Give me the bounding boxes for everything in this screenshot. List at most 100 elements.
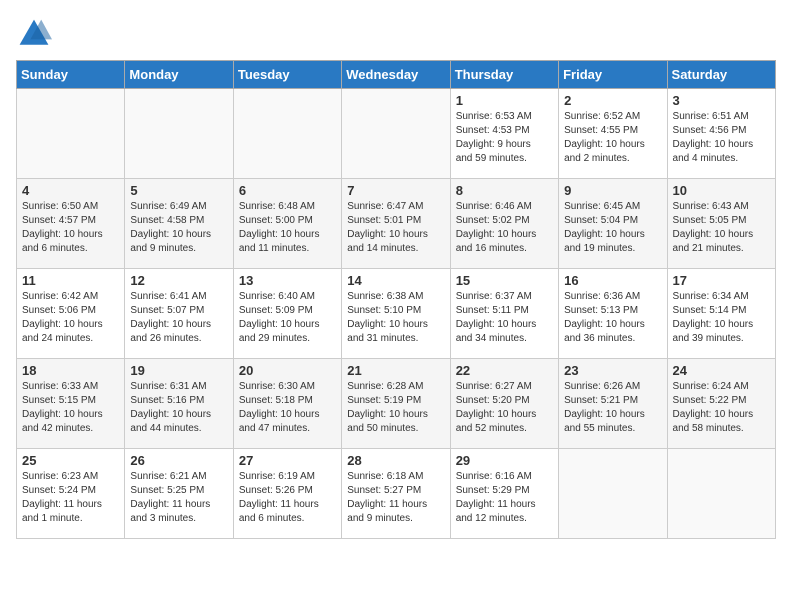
day-number: 28 — [347, 453, 444, 468]
calendar-cell — [667, 449, 775, 539]
calendar-cell: 4 Sunrise: 6:50 AM Sunset: 4:57 PM Daylig… — [17, 179, 125, 269]
header-thursday: Thursday — [450, 61, 558, 89]
calendar-cell — [342, 89, 450, 179]
day-info: Sunrise: 6:46 AM Sunset: 5:02 PM Dayligh… — [456, 200, 553, 256]
calendar-cell: 10Sunrise: 6:43 AM Sunset: 5:05 PM Dayli… — [667, 179, 775, 269]
day-number: 23 — [564, 363, 661, 378]
day-info: Sunrise: 6:28 AM Sunset: 5:19 PM Dayligh… — [347, 380, 444, 436]
header-saturday: Saturday — [667, 61, 775, 89]
header-monday: Monday — [125, 61, 233, 89]
day-number: 21 — [347, 363, 444, 378]
day-info: Sunrise: 6:50 AM Sunset: 4:57 PM Dayligh… — [22, 200, 119, 256]
day-info: Sunrise: 6:45 AM Sunset: 5:04 PM Dayligh… — [564, 200, 661, 256]
calendar-cell: 11 Sunrise: 6:42 AM Sunset: 5:06 PM Dayli… — [17, 269, 125, 359]
calendar-week-row: 18 Sunrise: 6:33 AM Sunset: 5:15 PM Dayli… — [17, 359, 776, 449]
page-header — [16, 16, 776, 52]
day-number: 3 — [673, 93, 770, 108]
calendar-cell: 7 Sunrise: 6:47 AM Sunset: 5:01 PM Daylig… — [342, 179, 450, 269]
day-info: Sunrise: 6:30 AM Sunset: 5:18 PM Dayligh… — [239, 380, 336, 436]
header-sunday: Sunday — [17, 61, 125, 89]
calendar-cell — [559, 449, 667, 539]
calendar-cell: 18 Sunrise: 6:33 AM Sunset: 5:15 PM Dayli… — [17, 359, 125, 449]
calendar-cell: 9 Sunrise: 6:45 AM Sunset: 5:04 PM Daylig… — [559, 179, 667, 269]
calendar-cell — [233, 89, 341, 179]
day-info: Sunrise: 6:41 AM Sunset: 5:07 PM Dayligh… — [130, 290, 227, 346]
day-info: Sunrise: 6:19 AM Sunset: 5:26 PM Dayligh… — [239, 470, 336, 526]
calendar-cell: 29 Sunrise: 6:16 AM Sunset: 5:29 PM Dayli… — [450, 449, 558, 539]
day-info: Sunrise: 6:18 AM Sunset: 5:27 PM Dayligh… — [347, 470, 444, 526]
calendar-table: SundayMondayTuesdayWednesdayThursdayFrid… — [16, 60, 776, 539]
day-info: Sunrise: 6:24 AM Sunset: 5:22 PM Dayligh… — [673, 380, 770, 436]
calendar-cell: 19 Sunrise: 6:31 AM Sunset: 5:16 PM Dayli… — [125, 359, 233, 449]
calendar-cell: 28 Sunrise: 6:18 AM Sunset: 5:27 PM Dayli… — [342, 449, 450, 539]
calendar-cell: 1 Sunrise: 6:53 AM Sunset: 4:53 PM Daylig… — [450, 89, 558, 179]
calendar-week-row: 4 Sunrise: 6:50 AM Sunset: 4:57 PM Daylig… — [17, 179, 776, 269]
day-number: 9 — [564, 183, 661, 198]
calendar-cell: 2 Sunrise: 6:52 AM Sunset: 4:55 PM Daylig… — [559, 89, 667, 179]
calendar-cell: 27 Sunrise: 6:19 AM Sunset: 5:26 PM Dayli… — [233, 449, 341, 539]
day-number: 2 — [564, 93, 661, 108]
calendar-cell: 26Sunrise: 6:21 AM Sunset: 5:25 PM Dayli… — [125, 449, 233, 539]
calendar-cell: 5 Sunrise: 6:49 AM Sunset: 4:58 PM Daylig… — [125, 179, 233, 269]
logo-icon — [16, 16, 52, 52]
day-number: 10 — [673, 183, 770, 198]
calendar-cell: 16 Sunrise: 6:36 AM Sunset: 5:13 PM Dayli… — [559, 269, 667, 359]
day-number: 1 — [456, 93, 553, 108]
day-info: Sunrise: 6:42 AM Sunset: 5:06 PM Dayligh… — [22, 290, 119, 346]
calendar-cell — [17, 89, 125, 179]
day-number: 12 — [130, 273, 227, 288]
header-friday: Friday — [559, 61, 667, 89]
day-info: Sunrise: 6:53 AM Sunset: 4:53 PM Dayligh… — [456, 110, 553, 166]
day-number: 19 — [130, 363, 227, 378]
day-number: 7 — [347, 183, 444, 198]
day-number: 20 — [239, 363, 336, 378]
day-info: Sunrise: 6:21 AM Sunset: 5:25 PM Dayligh… — [130, 470, 227, 526]
calendar-cell: 6 Sunrise: 6:48 AM Sunset: 5:00 PM Daylig… — [233, 179, 341, 269]
calendar-cell: 23 Sunrise: 6:26 AM Sunset: 5:21 PM Dayli… — [559, 359, 667, 449]
day-info: Sunrise: 6:52 AM Sunset: 4:55 PM Dayligh… — [564, 110, 661, 166]
day-number: 22 — [456, 363, 553, 378]
calendar-header-row: SundayMondayTuesdayWednesdayThursdayFrid… — [17, 61, 776, 89]
calendar-week-row: 25Sunrise: 6:23 AM Sunset: 5:24 PM Dayli… — [17, 449, 776, 539]
day-info: Sunrise: 6:34 AM Sunset: 5:14 PM Dayligh… — [673, 290, 770, 346]
day-number: 18 — [22, 363, 119, 378]
calendar-cell: 8 Sunrise: 6:46 AM Sunset: 5:02 PM Daylig… — [450, 179, 558, 269]
day-number: 29 — [456, 453, 553, 468]
day-info: Sunrise: 6:47 AM Sunset: 5:01 PM Dayligh… — [347, 200, 444, 256]
day-info: Sunrise: 6:26 AM Sunset: 5:21 PM Dayligh… — [564, 380, 661, 436]
day-info: Sunrise: 6:49 AM Sunset: 4:58 PM Dayligh… — [130, 200, 227, 256]
calendar-week-row: 11 Sunrise: 6:42 AM Sunset: 5:06 PM Dayli… — [17, 269, 776, 359]
day-info: Sunrise: 6:33 AM Sunset: 5:15 PM Dayligh… — [22, 380, 119, 436]
day-number: 25 — [22, 453, 119, 468]
calendar-cell: 24 Sunrise: 6:24 AM Sunset: 5:22 PM Dayli… — [667, 359, 775, 449]
header-tuesday: Tuesday — [233, 61, 341, 89]
calendar-cell: 17 Sunrise: 6:34 AM Sunset: 5:14 PM Dayli… — [667, 269, 775, 359]
calendar-week-row: 1 Sunrise: 6:53 AM Sunset: 4:53 PM Daylig… — [17, 89, 776, 179]
day-number: 27 — [239, 453, 336, 468]
calendar-cell: 12 Sunrise: 6:41 AM Sunset: 5:07 PM Dayli… — [125, 269, 233, 359]
calendar-cell: 14 Sunrise: 6:38 AM Sunset: 5:10 PM Dayli… — [342, 269, 450, 359]
day-number: 17 — [673, 273, 770, 288]
day-number: 15 — [456, 273, 553, 288]
day-number: 14 — [347, 273, 444, 288]
day-info: Sunrise: 6:16 AM Sunset: 5:29 PM Dayligh… — [456, 470, 553, 526]
day-info: Sunrise: 6:38 AM Sunset: 5:10 PM Dayligh… — [347, 290, 444, 346]
day-number: 5 — [130, 183, 227, 198]
day-number: 8 — [456, 183, 553, 198]
calendar-cell — [125, 89, 233, 179]
day-number: 11 — [22, 273, 119, 288]
calendar-cell: 3 Sunrise: 6:51 AM Sunset: 4:56 PM Daylig… — [667, 89, 775, 179]
day-info: Sunrise: 6:40 AM Sunset: 5:09 PM Dayligh… — [239, 290, 336, 346]
calendar-cell: 13Sunrise: 6:40 AM Sunset: 5:09 PM Dayli… — [233, 269, 341, 359]
day-number: 4 — [22, 183, 119, 198]
day-info: Sunrise: 6:48 AM Sunset: 5:00 PM Dayligh… — [239, 200, 336, 256]
day-number: 24 — [673, 363, 770, 378]
day-info: Sunrise: 6:31 AM Sunset: 5:16 PM Dayligh… — [130, 380, 227, 436]
calendar-cell: 21 Sunrise: 6:28 AM Sunset: 5:19 PM Dayli… — [342, 359, 450, 449]
day-number: 6 — [239, 183, 336, 198]
calendar-cell: 20 Sunrise: 6:30 AM Sunset: 5:18 PM Dayli… — [233, 359, 341, 449]
day-info: Sunrise: 6:36 AM Sunset: 5:13 PM Dayligh… — [564, 290, 661, 346]
logo — [16, 16, 56, 52]
day-number: 16 — [564, 273, 661, 288]
day-info: Sunrise: 6:51 AM Sunset: 4:56 PM Dayligh… — [673, 110, 770, 166]
